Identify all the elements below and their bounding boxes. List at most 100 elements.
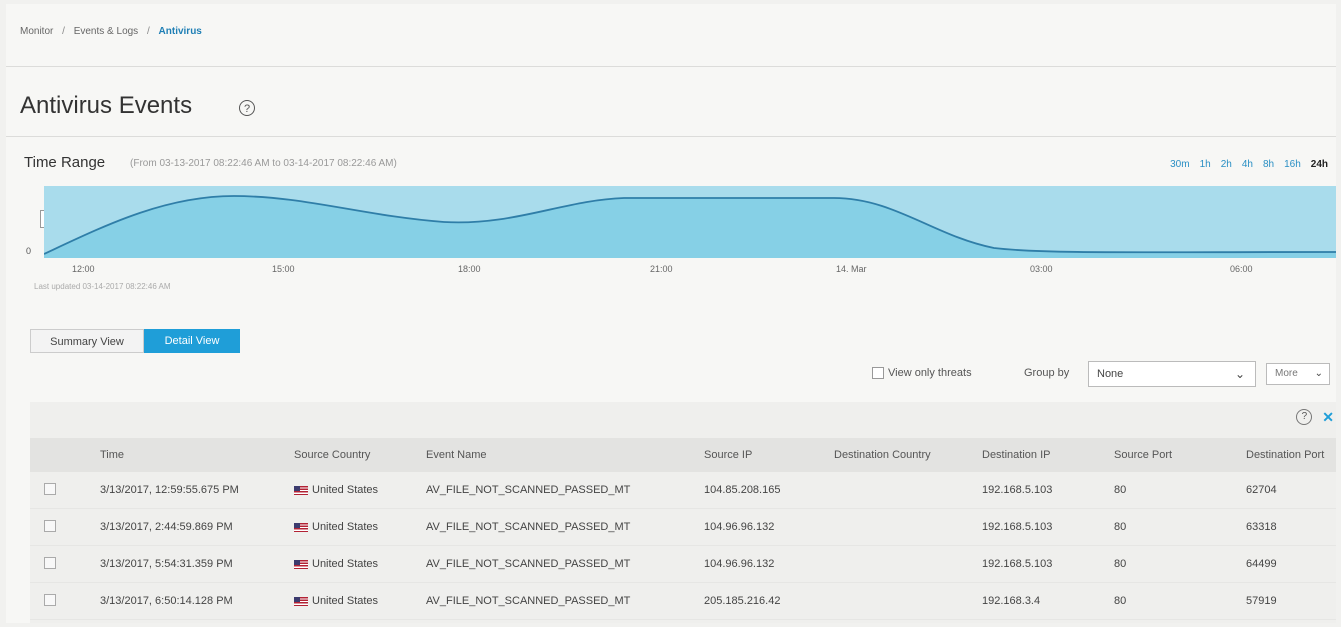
divider [6,136,1336,137]
breadcrumb-separator: / [62,26,65,37]
chart-svg [43,186,1336,258]
column-header-destination-country[interactable]: Destination Country [828,438,976,472]
cell-destination-country [828,472,976,509]
cell-time: 3/13/2017, 12:59:55.675 PM [100,484,239,496]
cell-destination-country [828,509,976,546]
close-icon[interactable]: ✕ [1322,409,1334,425]
cell-time: 3/13/2017, 2:44:59.869 PM [100,521,233,533]
cell-source-port: 80 [1114,521,1127,533]
events-table: Time Source Country Event Name Source IP… [30,438,1336,620]
cell-time: 3/13/2017, 6:50:14.128 PM [100,595,233,607]
cell-source-ip: 104.96.96.132 [704,558,775,570]
view-toggle: Summary View Detail View [30,329,240,353]
row-select-cell [30,546,94,583]
column-header-destination-ip[interactable]: Destination IP [976,438,1108,472]
cell-source-country: United States [288,509,420,546]
time-range-button-24h[interactable]: 24h [1311,159,1328,170]
time-range-button-1h[interactable]: 1h [1200,159,1211,170]
row-checkbox[interactable] [44,519,56,532]
row-checkbox[interactable] [44,593,56,606]
detail-view-button[interactable]: Detail View [144,329,240,353]
column-header-source-port[interactable]: Source Port [1108,438,1240,472]
more-dropdown[interactable]: More ⌄ [1266,363,1330,385]
row-select-cell [30,472,94,509]
group-by-value: None [1097,368,1124,380]
country-name: United States [312,521,379,533]
x-axis: 12:00 15:00 18:00 21:00 14. Mar 03:00 06:00 [6,264,1336,278]
cell-source-port: 80 [1114,484,1127,496]
table-row[interactable]: 3/13/2017, 5:54:31.359 PM United States … [30,546,1336,583]
events-table-panel: ? ✕ Time Source Country Event Name Sourc… [30,402,1336,623]
group-by-label: Group by [1024,367,1070,379]
cell-destination-country [828,546,976,583]
cell-source-country: United States [288,472,420,509]
cell-destination-ip: 192.168.5.103 [982,521,1053,533]
cell-destination-port: 62704 [1246,484,1277,496]
filter-bar: View only threats Group by None ⌄ More ⌄ [6,361,1336,391]
panel-icons: ? ✕ [1296,408,1334,426]
breadcrumb: Monitor / Events & Logs / Antivirus [20,26,202,37]
breadcrumb-separator: / [146,26,150,37]
cell-destination-ip: 192.168.5.103 [982,484,1053,496]
row-select-cell [30,509,94,546]
help-icon[interactable]: ? [1296,409,1313,426]
x-tick-label: 03:00 [1030,264,1053,274]
cell-source-ip: 205.185.216.42 [704,595,781,607]
table-header-row: Time Source Country Event Name Source IP… [30,438,1336,472]
time-range-subtitle: (From 03-13-2017 08:22:46 AM to 03-14-20… [130,158,397,169]
cell-destination-port: 57919 [1246,595,1277,607]
cell-event-name: AV_FILE_NOT_SCANNED_PASSED_MT [426,521,631,533]
cell-destination-ip: 192.168.5.103 [982,558,1053,570]
page-title: Antivirus Events [20,92,193,119]
us-flag-icon [294,559,308,569]
more-label: More [1275,368,1298,379]
cell-destination-port: 63318 [1246,521,1277,533]
time-range-button-4h[interactable]: 4h [1242,159,1253,170]
table-row[interactable]: 3/13/2017, 2:44:59.869 PM United States … [30,509,1336,546]
cell-event-name: AV_FILE_NOT_SCANNED_PASSED_MT [426,558,631,570]
country-name: United States [312,558,379,570]
group-by-select[interactable]: None ⌄ [1088,361,1256,387]
row-checkbox[interactable] [44,556,56,569]
column-header-source-country[interactable]: Source Country [288,438,420,472]
last-updated: Last updated 03-14-2017 08:22:46 AM [34,282,171,291]
column-header-event-name[interactable]: Event Name [420,438,698,472]
table-row[interactable]: 3/13/2017, 6:50:14.128 PM United States … [30,583,1336,620]
cell-time: 3/13/2017, 5:54:31.359 PM [100,558,233,570]
time-range-button-8h[interactable]: 8h [1263,159,1274,170]
x-tick-label: 21:00 [650,264,673,274]
time-range-buttons: 30m 1h 2h 4h 8h 16h 24h [1160,159,1328,170]
x-tick-label: 06:00 [1230,264,1253,274]
time-range-button-2h[interactable]: 2h [1221,159,1232,170]
x-tick-label: 15:00 [272,264,295,274]
us-flag-icon [294,522,308,532]
column-header-source-ip[interactable]: Source IP [698,438,828,472]
cell-source-port: 80 [1114,558,1127,570]
cell-source-ip: 104.85.208.165 [704,484,781,496]
antivirus-events-screen: Monitor / Events & Logs / Antivirus Anti… [6,4,1336,623]
chevron-down-icon: ⌄ [1234,367,1245,381]
cell-destination-country [828,583,976,620]
select-column-header [30,438,94,472]
cell-event-name: AV_FILE_NOT_SCANNED_PASSED_MT [426,595,631,607]
breadcrumb-monitor[interactable]: Monitor [20,26,53,37]
summary-view-button[interactable]: Summary View [30,329,144,353]
help-icon[interactable]: ? [239,100,255,116]
us-flag-icon [294,596,308,606]
column-header-time[interactable]: Time [94,438,288,472]
y-axis-zero-label: 0 [26,246,32,256]
time-range-button-16h[interactable]: 16h [1284,159,1301,170]
cell-event-name: AV_FILE_NOT_SCANNED_PASSED_MT [426,484,631,496]
time-range-label: Time Range [24,154,106,171]
events-area-chart[interactable] [43,186,1336,258]
breadcrumb-events-logs[interactable]: Events & Logs [74,26,138,37]
column-header-destination-port[interactable]: Destination Port [1240,438,1336,472]
cell-source-port: 80 [1114,595,1127,607]
view-only-threats-checkbox[interactable] [872,367,884,379]
us-flag-icon [294,485,308,495]
chevron-down-icon: ⌄ [1314,368,1323,379]
time-range-button-30m[interactable]: 30m [1170,159,1189,170]
view-only-threats-label[interactable]: View only threats [888,367,972,379]
row-checkbox[interactable] [44,482,56,495]
table-row[interactable]: 3/13/2017, 12:59:55.675 PM United States… [30,472,1336,509]
